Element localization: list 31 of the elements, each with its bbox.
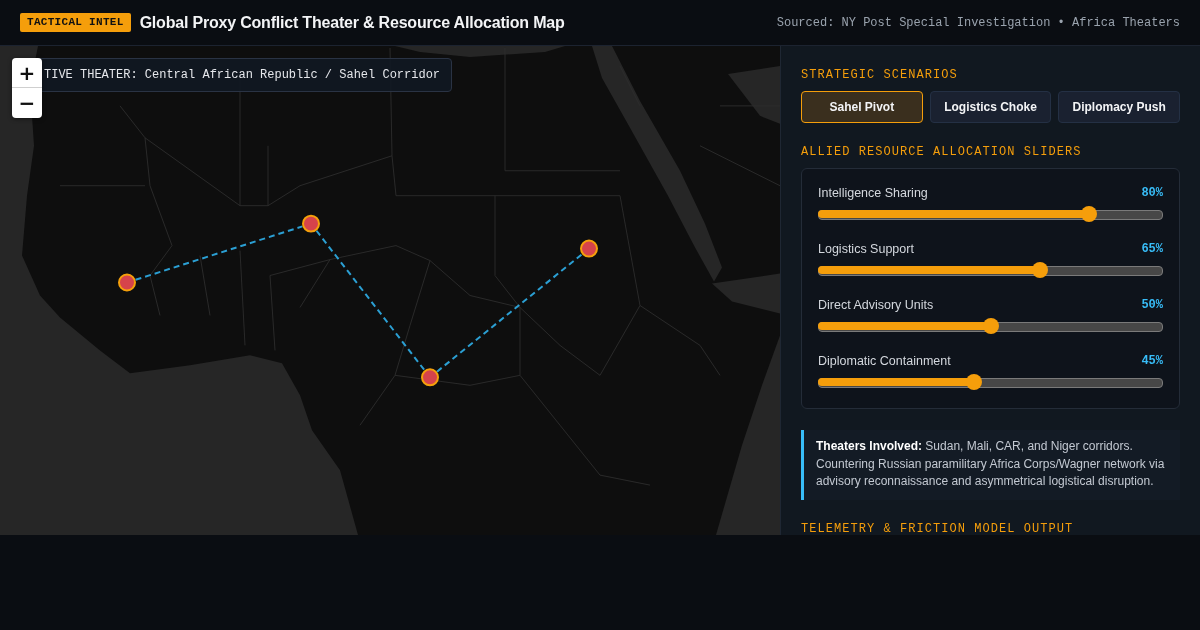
slider-label: Logistics Support: [818, 242, 914, 256]
slider-value: 50%: [1141, 298, 1163, 312]
map-marker[interactable]: [118, 273, 136, 292]
scenario-button[interactable]: Sahel Pivot: [801, 91, 923, 123]
slider-thumb[interactable]: [982, 318, 999, 334]
map-marker[interactable]: [580, 239, 598, 258]
slider-thumb[interactable]: [966, 374, 983, 390]
tag-badge: TACTICAL INTEL: [20, 13, 131, 32]
slider-thumb[interactable]: [1081, 206, 1098, 222]
page-title: Global Proxy Conflict Theater & Resource Allocation Map: [139, 13, 565, 32]
slider-thumb[interactable]: [1031, 262, 1048, 278]
slider-label: Direct Advisory Units: [818, 298, 934, 312]
slider-track[interactable]: [818, 318, 1163, 334]
slider-value: 80%: [1141, 186, 1163, 200]
scenario-button[interactable]: Logistics Choke: [929, 91, 1052, 123]
section-heading: STRATEGIC SCENARIOS: [801, 67, 959, 83]
slider-track[interactable]: [818, 262, 1163, 278]
slider-value: 45%: [1141, 354, 1163, 368]
source-caption: Sourced: NY Post Special Investigation • Africa Theaters: [776, 15, 1180, 30]
slider-label: Intelligence Sharing: [818, 186, 928, 200]
section-heading: TELEMETRY & FRICTION MODEL OUTPUT: [801, 520, 1075, 535]
scenario-button[interactable]: Diplomacy Push: [1058, 91, 1180, 123]
map-marker[interactable]: [302, 214, 320, 233]
info-callout: Theaters Involved: Sudan, Mali, CAR, and Niger corridors. Countering Russian paramilitary Africa Corps/Wagner network via advisory reconnaissance and asymmetrical logistical disruption.: [801, 430, 1180, 500]
slider-value: 65%: [1141, 242, 1163, 256]
slider-label: Diplomatic Containment: [818, 354, 951, 368]
slider-track[interactable]: [818, 374, 1163, 390]
zoom-out-button[interactable]: −: [12, 88, 42, 118]
slider-track[interactable]: [818, 206, 1163, 222]
map-marker[interactable]: [421, 368, 439, 387]
section-heading: ALLIED RESOURCE ALLOCATION SLIDERS: [801, 144, 1083, 160]
